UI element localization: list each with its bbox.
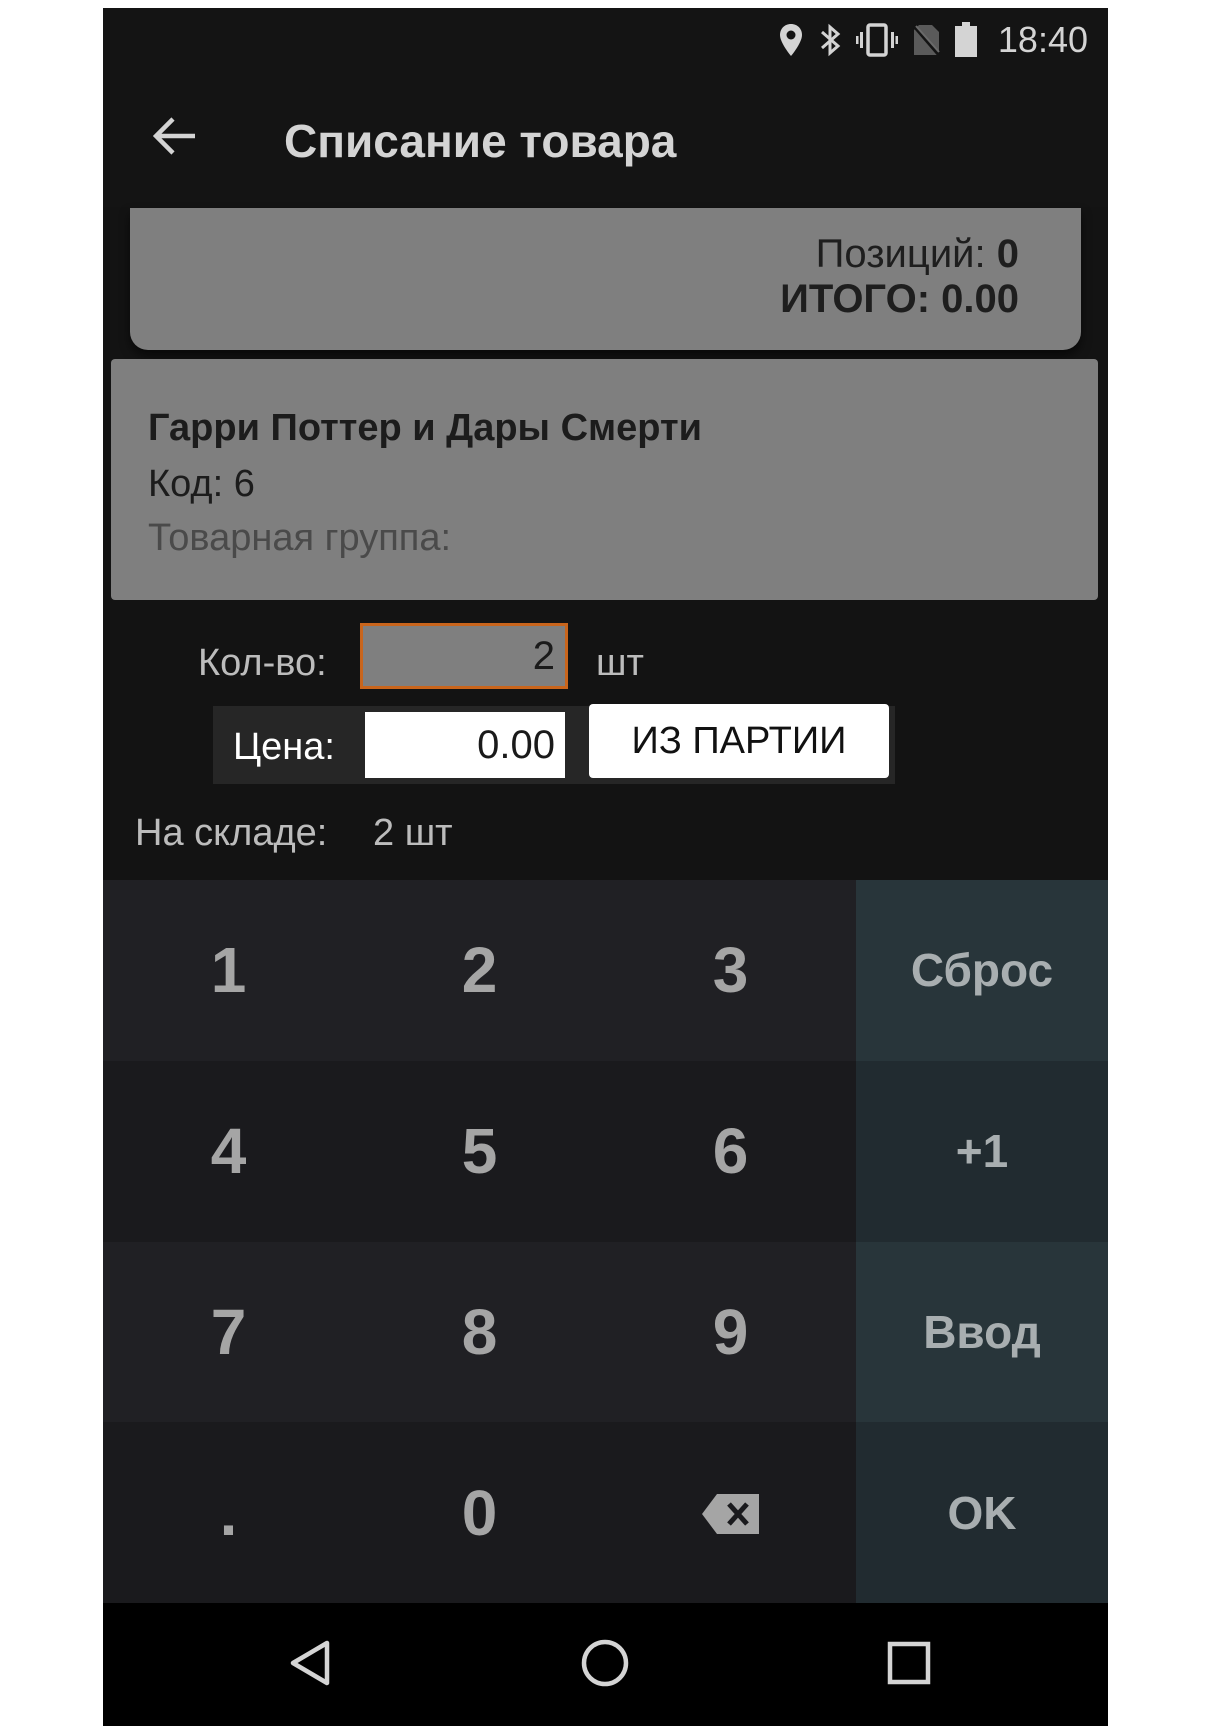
total-amount: ИТОГО: 0.00 [780, 277, 1019, 322]
ok-button[interactable]: OK [856, 1422, 1108, 1603]
home-circle-icon [580, 1638, 630, 1693]
numeric-keypad: 1 2 3 Сброс 4 5 6 +1 7 8 9 Ввод . 0 OK [103, 880, 1108, 1603]
status-bar: 18:40 [103, 8, 1108, 72]
toolbar: Списание товара [103, 72, 1108, 207]
total-value: 0.00 [941, 277, 1019, 321]
price-label: Цена: [233, 726, 335, 768]
back-button[interactable] [143, 106, 207, 170]
quantity-unit: шт [596, 642, 644, 684]
price-input[interactable]: 0.00 [365, 712, 565, 778]
bluetooth-icon [818, 22, 842, 58]
key-0[interactable]: 0 [354, 1422, 605, 1603]
key-dot[interactable]: . [103, 1422, 354, 1603]
total-label: ИТОГО: [780, 277, 931, 321]
product-name: Гарри Поттер и Дары Смерти [148, 407, 702, 449]
key-2[interactable]: 2 [354, 880, 605, 1061]
status-icons: 18:40 [778, 19, 1088, 60]
key-1[interactable]: 1 [103, 880, 354, 1061]
system-nav-bar [103, 1603, 1108, 1726]
positions-label: Позиций: [815, 232, 986, 276]
enter-button[interactable]: Ввод [856, 1241, 1108, 1423]
key-5[interactable]: 5 [354, 1060, 605, 1242]
key-7[interactable]: 7 [103, 1241, 354, 1423]
page-title: Списание товара [284, 115, 677, 167]
no-sim-icon [912, 24, 940, 56]
battery-icon [954, 22, 978, 58]
reset-button[interactable]: Сброс [856, 880, 1108, 1061]
product-code: Код: 6 [148, 463, 255, 505]
back-triangle-icon [287, 1639, 331, 1692]
key-9[interactable]: 9 [605, 1241, 856, 1423]
backspace-button[interactable] [605, 1422, 856, 1603]
summary-card: Позиций: 0 ИТОГО: 0.00 [130, 208, 1081, 350]
stock-label: На складе: [135, 812, 328, 854]
arrow-left-icon [152, 116, 197, 161]
positions-count: Позиций: 0 [816, 232, 1019, 277]
product-group: Товарная группа: [148, 517, 452, 559]
nav-back-button[interactable] [277, 1633, 341, 1697]
key-3[interactable]: 3 [605, 880, 856, 1061]
key-8[interactable]: 8 [354, 1241, 605, 1423]
plus-one-button[interactable]: +1 [856, 1060, 1108, 1242]
app-screen: 18:40 Списание товара Позиций: 0 ИТОГО: … [103, 8, 1108, 1726]
from-batch-button[interactable]: ИЗ ПАРТИИ [589, 704, 889, 778]
stock-value: 2 шт [373, 812, 453, 854]
recents-square-icon [887, 1641, 931, 1690]
key-6[interactable]: 6 [605, 1060, 856, 1242]
location-icon [778, 23, 804, 57]
quantity-input[interactable]: 2 [360, 623, 568, 689]
positions-value: 0 [996, 232, 1019, 276]
backspace-icon [701, 1476, 761, 1550]
nav-recents-button[interactable] [877, 1633, 941, 1697]
product-card: Гарри Поттер и Дары Смерти Код: 6 Товарн… [111, 359, 1098, 600]
key-4[interactable]: 4 [103, 1060, 354, 1242]
vibrate-icon [855, 23, 898, 57]
nav-home-button[interactable] [573, 1633, 637, 1697]
clock: 18:40 [997, 19, 1088, 60]
quantity-label: Кол-во: [198, 642, 327, 684]
